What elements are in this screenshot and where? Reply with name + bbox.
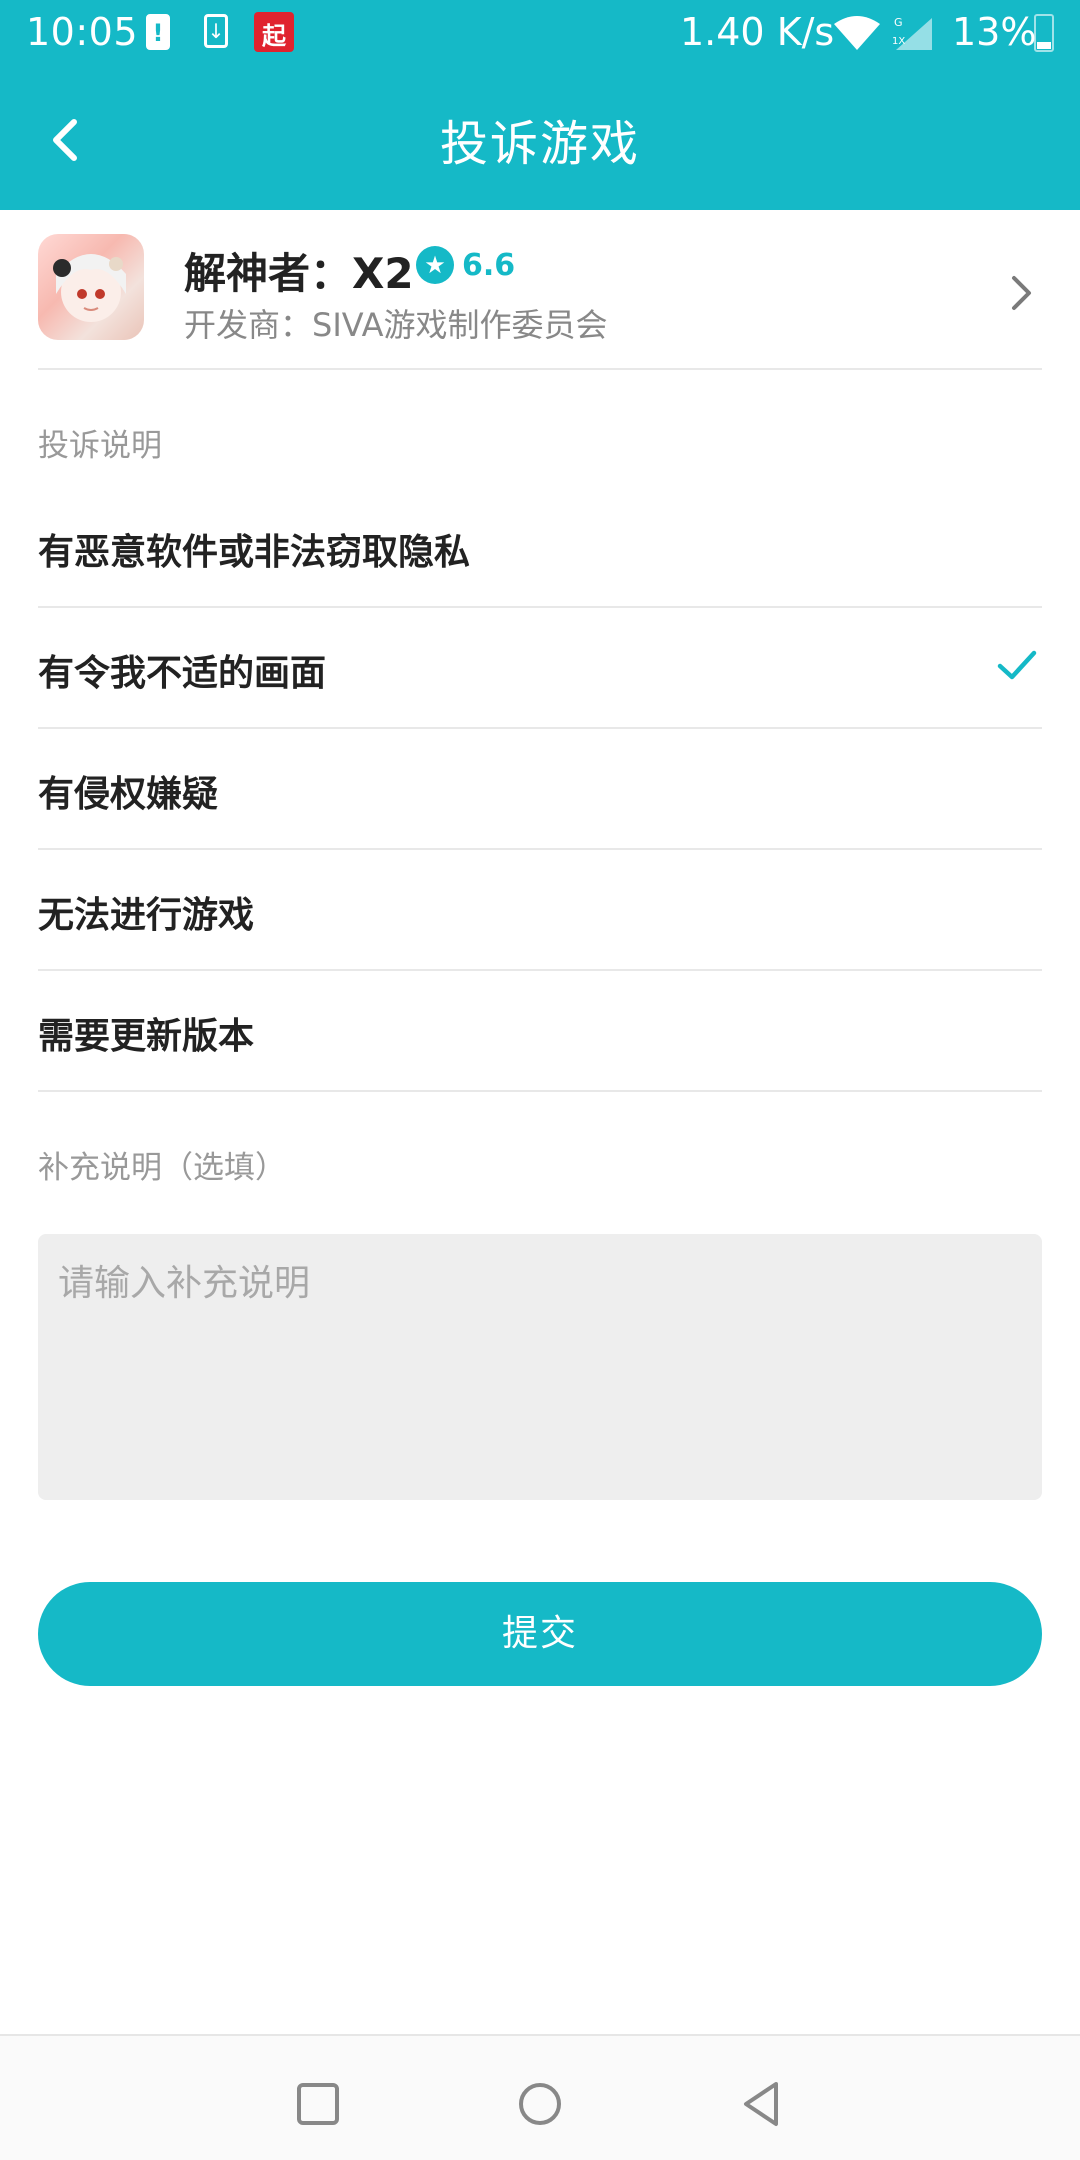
complaint-section-title: 投诉说明 bbox=[38, 428, 162, 464]
star-icon: ★ bbox=[416, 246, 454, 284]
wifi-icon bbox=[834, 16, 880, 50]
reason-item-malware[interactable]: 有恶意软件或非法窃取隐私 bbox=[38, 487, 1042, 608]
signal-icon: G 1X bbox=[892, 16, 932, 50]
rating: ★ 6.6 bbox=[416, 246, 515, 284]
reason-label: 无法进行游戏 bbox=[38, 895, 255, 936]
page-title: 投诉游戏 bbox=[439, 116, 640, 172]
recent-apps-icon[interactable] bbox=[288, 2074, 348, 2134]
game-name: 解神者：X2 bbox=[184, 249, 414, 298]
submit-button[interactable]: 提交 bbox=[38, 1582, 1042, 1686]
reason-label: 有令我不适的画面 bbox=[38, 653, 327, 694]
rating-value: 6.6 bbox=[462, 247, 516, 283]
svg-text:G: G bbox=[894, 16, 903, 29]
reason-item-cannot-play[interactable]: 无法进行游戏 bbox=[38, 850, 1042, 971]
reason-label: 需要更新版本 bbox=[38, 1016, 255, 1057]
reason-item-uncomfortable-content[interactable]: 有令我不适的画面 bbox=[38, 608, 1042, 729]
reason-label: 有恶意软件或非法窃取隐私 bbox=[38, 532, 471, 573]
navigation-bar bbox=[0, 2034, 1080, 2160]
back-nav-icon[interactable] bbox=[732, 2074, 792, 2134]
reason-list: 有恶意软件或非法窃取隐私 有令我不适的画面 有侵权嫌疑 无法进行游戏 需要更新版… bbox=[38, 487, 1042, 1092]
reason-item-infringement[interactable]: 有侵权嫌疑 bbox=[38, 729, 1042, 850]
game-card[interactable]: 解神者：X2 ★ 6.6 开发商：SIVA游戏制作委员会 bbox=[0, 210, 1080, 370]
battery-icon bbox=[1034, 14, 1054, 52]
svg-text:1X: 1X bbox=[892, 36, 905, 47]
app-notification-icon: 起 bbox=[254, 12, 294, 52]
status-time: 10:05 bbox=[26, 10, 139, 54]
supplement-section-title: 补充说明（选填） bbox=[38, 1150, 286, 1186]
check-icon bbox=[997, 650, 1037, 680]
network-speed: 1.40 K/s bbox=[680, 10, 835, 54]
supplement-input[interactable] bbox=[38, 1234, 1042, 1500]
game-icon bbox=[38, 234, 144, 340]
alert-icon: ! bbox=[146, 14, 170, 50]
top-toolbar: 投诉游戏 bbox=[0, 66, 1080, 210]
reason-item-needs-update[interactable]: 需要更新版本 bbox=[38, 971, 1042, 1092]
divider bbox=[38, 368, 1042, 370]
reason-label: 有侵权嫌疑 bbox=[38, 774, 219, 815]
battery-percent: 13% bbox=[952, 10, 1037, 54]
download-icon: ↓ bbox=[204, 14, 228, 48]
developer-name: 开发商：SIVA游戏制作委员会 bbox=[184, 306, 608, 344]
status-bar: 10:05 ! ↓ 起 1.40 K/s G 1X 13% bbox=[0, 0, 1080, 66]
chevron-right-icon bbox=[1012, 276, 1031, 310]
home-icon[interactable] bbox=[510, 2074, 570, 2134]
